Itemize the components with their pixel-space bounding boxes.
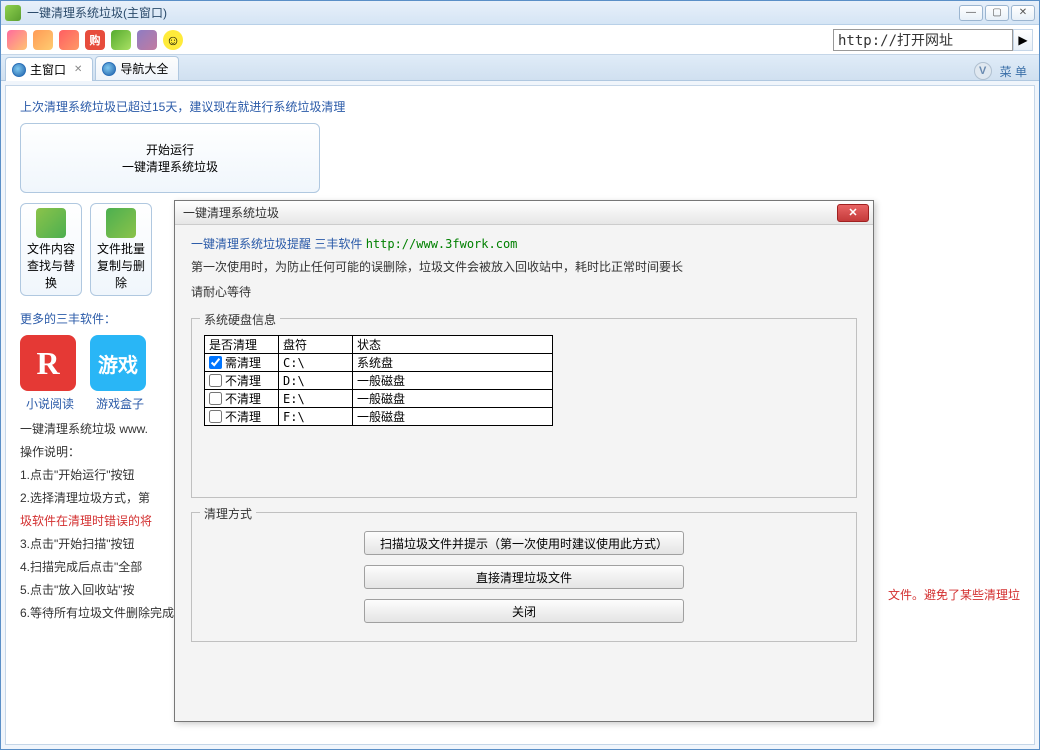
info2: 请耐心等待 [191,283,857,300]
direct-clean-button[interactable]: 直接清理垃圾文件 [364,565,684,589]
reminder-blue: 一键清理系统垃圾提醒 三丰软件 [191,237,362,251]
disk-table: 是否清理 盘符 状态 需清理 C:\ 系统盘 不清理 D:\ 一般磁盘 [204,335,553,426]
chk-c[interactable] [209,356,222,369]
cell: 不清理 [225,410,261,424]
chk-f[interactable] [209,410,222,423]
table-row: 不清理 F:\ 一般磁盘 [205,408,553,426]
reminder-url[interactable]: http://www.3fwork.com [366,237,518,251]
tab-main-label: 主窗口 [30,61,66,78]
tab-nav-label: 导航大全 [120,60,168,77]
tab-nav[interactable]: 导航大全 [95,56,179,80]
cell: F:\ [279,408,353,426]
close-button[interactable]: ✕ [1011,5,1035,21]
content-area: 上次清理系统垃圾已超过15天，建议现在就进行系统垃圾清理 开始运行 一键清理系统… [5,85,1035,745]
cell: 一般磁盘 [353,372,553,390]
url-input[interactable] [833,29,1013,51]
toolbar-icon-1[interactable] [7,30,27,50]
file-batch-icon [106,208,136,238]
big-button-row: 开始运行 一键清理系统垃圾 [20,123,1020,193]
dialog-body: 一键清理系统垃圾提醒 三丰软件 http://www.3fwork.com 第一… [175,225,873,721]
cell: 一般磁盘 [353,408,553,426]
app-icon [5,5,21,21]
table-row: 不清理 D:\ 一般磁盘 [205,372,553,390]
dialog-close-button[interactable]: ✕ [837,204,869,222]
info1: 第一次使用时，为防止任何可能的误删除，垃圾文件会被放入回收站中，耗时比正常时间要… [191,258,857,275]
sb2a: 文件批量 [97,240,145,257]
menu-link[interactable]: 菜 单 [1000,63,1027,80]
start-run-button[interactable]: 开始运行 一键清理系统垃圾 [20,123,320,193]
file-search-button[interactable]: 文件内容 查找与替换 [20,203,82,296]
disk-info-fieldset: 系统硬盘信息 是否清理 盘符 状态 需清理 C:\ 系统盘 [191,318,857,498]
th-drive: 盘符 [279,336,353,354]
notice-text: 上次清理系统垃圾已超过15天，建议现在就进行系统垃圾清理 [20,98,1020,115]
toolbar: 购 ☺ ▶ [1,25,1039,55]
reminder-line: 一键清理系统垃圾提醒 三丰软件 http://www.3fwork.com [191,235,857,252]
cell: D:\ [279,372,353,390]
sb1a: 文件内容 [27,240,75,257]
card-game-label: 游戏盒子 [90,395,150,412]
table-row: 需清理 C:\ 系统盘 [205,354,553,372]
th-status: 状态 [353,336,553,354]
toolbar-icon-home[interactable] [59,30,79,50]
maximize-button[interactable]: ▢ [985,5,1009,21]
cell: 需清理 [225,356,261,370]
method-fieldset: 清理方式 扫描垃圾文件并提示（第一次使用时建议使用此方式） 直接清理垃圾文件 关… [191,512,857,642]
toolbar-icon-2[interactable] [33,30,53,50]
card-novel-label: 小说阅读 [20,395,80,412]
url-go-button[interactable]: ▶ [1013,29,1033,51]
window-controls: — ▢ ✕ [959,5,1035,21]
toolbar-icon-5[interactable] [111,30,131,50]
card-game[interactable]: 游戏 游戏盒子 [90,335,150,412]
close-method-button[interactable]: 关闭 [364,599,684,623]
titlebar: 一键清理系统垃圾(主窗口) — ▢ ✕ [1,1,1039,25]
method-legend: 清理方式 [200,505,256,522]
ie-icon [12,63,26,77]
tab-close-icon[interactable]: ✕ [74,64,82,75]
tab-row: 主窗口 ✕ 导航大全 V 菜 单 [1,55,1039,81]
file-batch-button[interactable]: 文件批量 复制与删除 [90,203,152,296]
sb1b: 查找与替换 [25,257,77,291]
start-run-title: 开始运行 [146,141,194,158]
window-title: 一键清理系统垃圾(主窗口) [27,4,959,21]
cell: 系统盘 [353,354,553,372]
card-game-icon: 游戏 [90,335,146,391]
dialog-title: 一键清理系统垃圾 [179,204,837,221]
cell: 一般磁盘 [353,390,553,408]
ie-icon [102,62,116,76]
card-novel[interactable]: R 小说阅读 [20,335,80,412]
right-trail-text: 文件。避免了某些清理垃 [888,586,1020,603]
cell: C:\ [279,354,353,372]
tab-main[interactable]: 主窗口 ✕ [5,57,93,81]
url-box: ▶ [833,29,1033,51]
cleanup-dialog: 一键清理系统垃圾 ✕ 一键清理系统垃圾提醒 三丰软件 http://www.3f… [174,200,874,722]
toolbar-icon-buy[interactable]: 购 [85,30,105,50]
toolbar-icon-smile[interactable]: ☺ [163,30,183,50]
tab-right: V 菜 单 [974,62,1035,80]
file-search-icon [36,208,66,238]
chk-d[interactable] [209,374,222,387]
sb2b: 复制与删除 [95,257,147,291]
cell: 不清理 [225,392,261,406]
chk-e[interactable] [209,392,222,405]
scan-and-prompt-button[interactable]: 扫描垃圾文件并提示（第一次使用时建议使用此方式） [364,531,684,555]
toolbar-icon-avatar[interactable] [137,30,157,50]
table-row: 不清理 E:\ 一般磁盘 [205,390,553,408]
cell: 不清理 [225,374,261,388]
minimize-button[interactable]: — [959,5,983,21]
th-clean: 是否清理 [205,336,279,354]
v-badge[interactable]: V [974,62,992,80]
dialog-titlebar: 一键清理系统垃圾 ✕ [175,201,873,225]
cell: E:\ [279,390,353,408]
main-window: 一键清理系统垃圾(主窗口) — ▢ ✕ 购 ☺ ▶ 主窗口 ✕ 导航大全 [0,0,1040,750]
disk-legend: 系统硬盘信息 [200,311,280,328]
start-run-sub: 一键清理系统垃圾 [122,158,218,175]
card-novel-icon: R [20,335,76,391]
